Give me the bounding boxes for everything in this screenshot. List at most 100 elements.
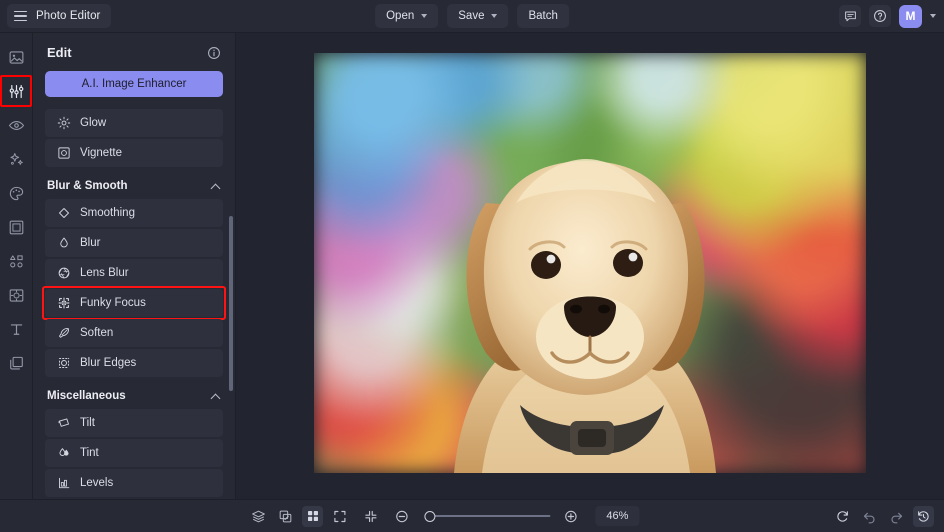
sidebar-item-smoothing[interactable]: Smoothing [45,199,223,227]
zoom-slider[interactable] [422,509,550,523]
rail-item-layers[interactable] [5,352,27,374]
actual-size-icon [363,509,378,524]
tool-rail [0,33,33,499]
rail-item-retouch[interactable] [5,284,27,306]
group-title: Blur & Smooth [47,180,128,192]
gear-icon [57,116,71,130]
help-icon [873,9,887,23]
rail-item-adjust[interactable] [5,80,27,102]
sidebar-item-lens-blur[interactable]: Lens Blur [45,259,223,287]
grid-view-button[interactable] [302,506,323,527]
compare-button[interactable] [275,506,296,527]
chevron-up-icon[interactable] [212,182,221,191]
sidebar-item-soften[interactable]: Soften [45,319,223,347]
sidebar-item-levels[interactable]: Levels [45,469,223,497]
history-controls [832,506,934,527]
sidebar-item-label: Smoothing [80,207,135,219]
chevron-up-icon[interactable] [212,392,221,401]
group-blur-and-smooth-header[interactable]: Blur & Smooth [33,169,235,199]
tint-icon [57,446,71,460]
puppy-illustration [314,53,866,473]
top-actions: Open Save Batch [375,4,569,28]
rail-item-paint[interactable] [5,182,27,204]
sidebar-item-blur-edges[interactable]: Blur Edges [45,349,223,377]
zoom-out-button[interactable] [391,506,412,527]
history-button[interactable] [913,506,934,527]
sidebar-item-label: Vignette [80,147,122,159]
rail-item-shapes[interactable] [5,250,27,272]
photo-editor-window: Photo Editor Open Save Batch [0,0,944,532]
levels-icon [57,476,71,490]
sidebar-item-label: Soften [80,327,113,339]
avatar[interactable]: M [899,5,922,28]
bottom-left-tools [248,506,323,527]
puppy-subject [314,53,866,473]
app-menu-button[interactable]: Photo Editor [7,4,111,28]
sidebar-item-label: Lens Blur [80,267,129,279]
vignette-icon [57,146,71,160]
zoom-slider-knob[interactable] [424,511,435,522]
undo-button[interactable] [859,506,880,527]
account-chevron-down-icon[interactable] [930,14,936,18]
fit-to-screen-icon [332,509,347,524]
zoom-in-button[interactable] [560,506,581,527]
compare-icon [278,509,293,524]
group-miscellaneous-header[interactable]: Miscellaneous [33,379,235,409]
zoom-level-value[interactable]: 46% [595,506,639,526]
rail-item-ai[interactable] [5,148,27,170]
main-body: Edit A.I. Image Enhancer Glow [0,33,944,499]
zoom-controls: 46% [329,506,639,527]
sidebar-item-glow[interactable]: Glow [45,109,223,137]
page-title: Edit [47,45,72,60]
sparkles-icon [8,151,25,168]
sidebar-item-blur[interactable]: Blur [45,229,223,257]
sidebar-scrollbar[interactable] [229,216,233,391]
text-icon [8,321,25,338]
redo-button[interactable] [886,506,907,527]
feather-icon [57,326,71,340]
rail-item-image[interactable] [5,46,27,68]
rail-item-effects[interactable] [5,114,27,136]
sidebar-item-label: Tint [80,447,99,459]
grid-view-icon [306,509,320,523]
sidebar-item-label: Funky Focus [80,297,146,309]
rail-item-text[interactable] [5,318,27,340]
sidebar-item-label: Blur [80,237,100,249]
blur-edges-icon [57,356,71,370]
image-icon [8,49,25,66]
fit-to-screen-button[interactable] [329,506,350,527]
sidebar-item-funky-focus[interactable]: Funky Focus [45,289,223,317]
save-button[interactable]: Save [447,4,508,28]
batch-button-label: Batch [528,10,557,22]
sidebar-item-vignette[interactable]: Vignette [45,139,223,167]
hamburger-icon [14,11,27,22]
save-button-label: Save [458,10,484,22]
sidebar-item-label: Glow [80,117,106,129]
rail-item-frames[interactable] [5,216,27,238]
aperture-icon [57,266,71,280]
batch-button[interactable]: Batch [517,4,568,28]
layers-panel-icon [251,509,266,524]
sidebar-item-tilt[interactable]: Tilt [45,409,223,437]
sliders-icon [8,83,25,100]
sidebar-item-tint[interactable]: Tint [45,439,223,467]
edited-photo[interactable] [314,53,866,473]
retouch-icon [8,287,25,304]
zoom-slider-track [429,515,550,517]
open-button[interactable]: Open [375,4,438,28]
actual-size-button[interactable] [360,506,381,527]
reset-icon [835,509,850,524]
layers-panel-button[interactable] [248,506,269,527]
help-button[interactable] [869,5,891,27]
reset-button[interactable] [832,506,853,527]
frame-icon [8,219,25,236]
feedback-icon [844,10,857,23]
feedback-button[interactable] [839,5,861,27]
undo-icon [862,509,877,524]
top-right-controls: M [839,5,936,28]
open-button-label: Open [386,10,414,22]
info-button[interactable] [207,46,221,60]
layers-icon [8,355,25,372]
sidebar-top-items: Glow Vignette [33,109,235,167]
ai-image-enhancer-button[interactable]: A.I. Image Enhancer [45,71,223,97]
